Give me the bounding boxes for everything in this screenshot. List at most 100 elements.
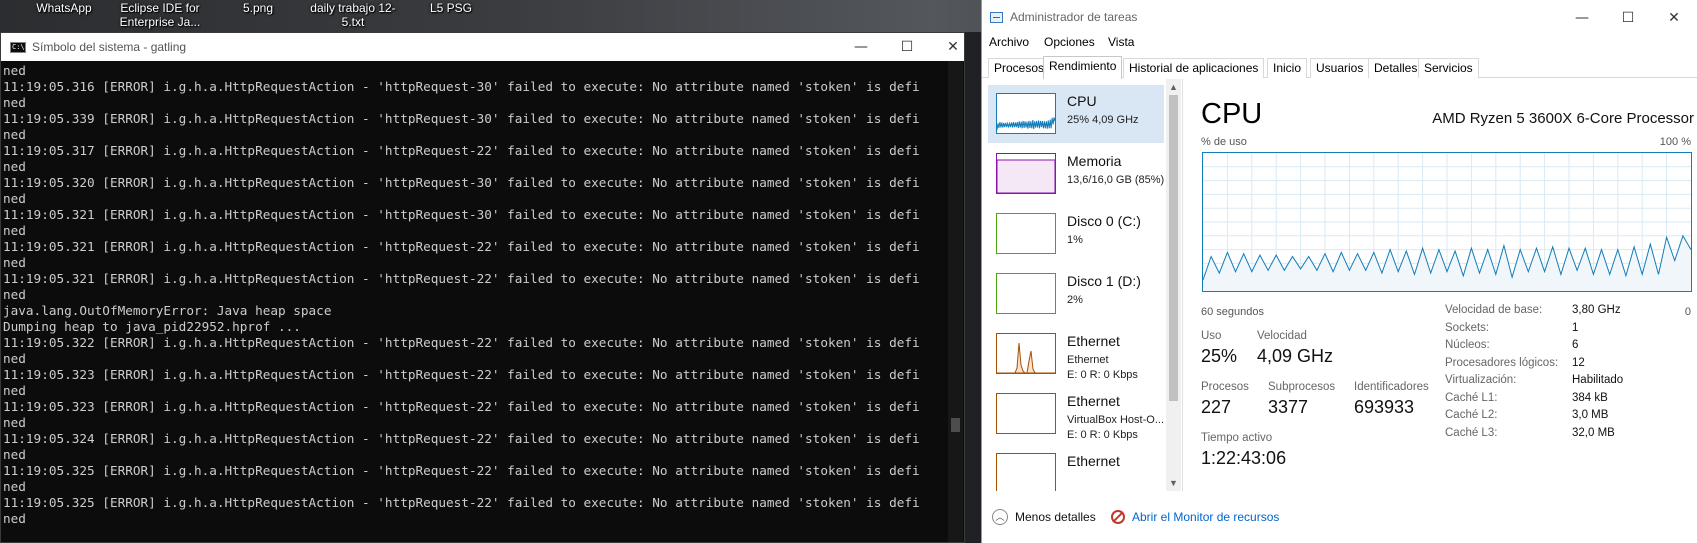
graph-y-label: % de uso xyxy=(1201,136,1247,148)
procesos-value: 227 xyxy=(1201,397,1232,417)
procesos-label: Procesos xyxy=(1201,381,1249,393)
perf-item-ethernet[interactable]: Ethernet VirtualBox Host-O... E: 0 R: 0 Kb… xyxy=(988,385,1164,443)
perf-item-ethernet[interactable]: Ethernet Ethernet E: 0 R: 0 Kbps xyxy=(988,325,1164,383)
cpu-detail-panel: CPU AMD Ryzen 5 3600X 6-Core Processor %… xyxy=(1201,82,1694,492)
resource-monitor-link[interactable]: Abrir el Monitor de recursos xyxy=(1132,510,1279,524)
perf-thumbnail xyxy=(996,153,1056,194)
perf-item-name: Ethernet xyxy=(1067,333,1120,349)
scroll-down-icon[interactable]: ▼ xyxy=(1168,477,1179,489)
spec-value: 12 xyxy=(1572,356,1585,369)
perf-item-disco-0-c[interactable]: Disco 0 (C:) 1% xyxy=(988,205,1164,263)
spec-key: Virtualización: xyxy=(1445,374,1517,386)
console-line: ned xyxy=(3,511,26,526)
less-details-button[interactable]: Menos detalles xyxy=(1015,510,1096,524)
tab-usuarios[interactable]: Usuarios xyxy=(1310,58,1370,78)
tm-maximize-button[interactable]: ☐ xyxy=(1605,4,1651,32)
spec-value: 32,0 MB xyxy=(1572,426,1615,439)
bottom-bar: ︿ Menos detalles Abrir el Monitor de rec… xyxy=(982,506,1697,534)
spec-value: 1 xyxy=(1572,321,1579,334)
task-manager-titlebar[interactable]: Administrador de tareas — ☐ ✕ xyxy=(982,0,1697,34)
chevron-up-icon[interactable]: ︿ xyxy=(992,509,1008,525)
console-line: 11:19:05.323 [ERROR] i.g.h.a.HttpRequest… xyxy=(3,367,920,382)
perf-sidebar-scroll-thumb[interactable] xyxy=(1169,95,1178,401)
tab-servicios[interactable]: Servicios xyxy=(1418,58,1479,78)
tab-inicio[interactable]: Inicio xyxy=(1267,58,1308,78)
console-maximize-button[interactable]: ☐ xyxy=(884,33,930,61)
console-minimize-button[interactable]: — xyxy=(838,33,884,61)
console-line: ned xyxy=(3,479,26,494)
console-output[interactable]: ned 11:19:05.316 [ERROR] i.g.h.a.HttpRequ… xyxy=(3,63,959,541)
perf-item-cpu[interactable]: CPU 25% 4,09 GHz xyxy=(988,85,1164,143)
console-line: ned xyxy=(3,191,26,206)
console-line: ned xyxy=(3,415,26,430)
console-close-button[interactable]: ✕ xyxy=(930,33,976,61)
perf-item-throughput: E: 0 R: 0 Kbps xyxy=(1067,369,1138,381)
perf-item-name: Disco 1 (D:) xyxy=(1067,273,1141,289)
identificadores-label: Identificadores xyxy=(1354,381,1429,393)
identificadores-value: 693933 xyxy=(1354,397,1415,417)
tab-procesos[interactable]: Procesos xyxy=(988,58,1051,78)
console-title: Símbolo del sistema - gatling xyxy=(32,40,187,54)
menu-vista[interactable]: Vista xyxy=(1108,35,1134,49)
menu-opciones[interactable]: Opciones xyxy=(1044,35,1095,49)
perf-thumbnail-graph xyxy=(997,117,1055,130)
perf-thumbnail xyxy=(996,393,1056,434)
tm-minimize-button[interactable]: — xyxy=(1559,4,1605,32)
perf-thumbnail xyxy=(996,453,1056,491)
console-line: ned xyxy=(3,223,26,238)
tab-detalles[interactable]: Detalles xyxy=(1368,58,1424,78)
desktop-icon-eclipse[interactable]: Eclipse IDE for Enterprise Ja... xyxy=(110,1,210,29)
menu-archivo[interactable]: Archivo xyxy=(989,35,1029,49)
perf-thumbnail-graph xyxy=(997,454,1055,491)
cpu-usage-chart xyxy=(1202,153,1692,291)
task-manager-app-icon xyxy=(990,12,1003,23)
tm-close-button[interactable]: ✕ xyxy=(1651,4,1697,32)
spec-key: Procesadores lógicos: xyxy=(1445,356,1559,369)
console-line: ned xyxy=(3,95,26,110)
perf-thumbnail xyxy=(996,213,1056,254)
graph-y-max: 100 % xyxy=(1659,136,1691,148)
desktop-icon-daily-trabajo[interactable]: daily trabajo 12-5.txt xyxy=(305,1,401,29)
ethernet-thumb-graph xyxy=(997,342,1055,373)
tab-historial[interactable]: Historial de aplicaciones xyxy=(1123,58,1265,78)
console-line: 11:19:05.321 [ERROR] i.g.h.a.HttpRequest… xyxy=(3,271,920,286)
console-app-icon: C:\ xyxy=(10,42,26,53)
perf-item-ethernet[interactable]: Ethernet xyxy=(988,445,1164,491)
console-line: 11:19:05.317 [ERROR] i.g.h.a.HttpRequest… xyxy=(3,143,920,158)
console-line: ned xyxy=(3,447,26,462)
perf-item-name: Ethernet xyxy=(1067,393,1120,409)
perf-item-disco-1-d[interactable]: Disco 1 (D:) 2% xyxy=(988,265,1164,323)
desktop-icon-whatsapp[interactable]: WhatsApp xyxy=(16,1,112,15)
perf-item-memoria[interactable]: Memoria 13,6/16,0 GB (85%) xyxy=(988,145,1164,203)
graph-time-zero: 0 xyxy=(1684,306,1691,318)
spec-key: Caché L3: xyxy=(1445,426,1498,439)
perf-thumbnail-graph xyxy=(997,214,1055,253)
console-line: 11:19:05.320 [ERROR] i.g.h.a.HttpRequest… xyxy=(3,175,920,190)
cpu-thumb-line xyxy=(997,117,1055,130)
scroll-up-icon[interactable]: ▲ xyxy=(1168,81,1179,93)
perf-item-detail: 13,6/16,0 GB (85%) xyxy=(1067,174,1165,186)
perf-thumbnail xyxy=(996,93,1056,134)
console-scroll-thumb[interactable] xyxy=(951,418,960,432)
cpu-model: AMD Ryzen 5 3600X 6-Core Processor xyxy=(1432,110,1694,127)
console-scrollbar[interactable] xyxy=(948,61,963,542)
desktop-icon-5png[interactable]: 5.png xyxy=(210,1,306,15)
console-line: 11:19:05.324 [ERROR] i.g.h.a.HttpRequest… xyxy=(3,431,920,446)
console-line: ned xyxy=(3,127,26,142)
console-line: ned xyxy=(3,255,26,270)
cpu-usage-graph xyxy=(1202,152,1692,292)
tab-rendimiento[interactable]: Rendimiento xyxy=(1043,56,1123,79)
perf-item-detail: Ethernet xyxy=(1067,354,1109,366)
perf-sidebar-scrollbar[interactable]: ▲ ▼ xyxy=(1166,79,1181,491)
perf-item-name: CPU xyxy=(1067,93,1097,109)
console-line: 11:19:05.325 [ERROR] i.g.h.a.HttpRequest… xyxy=(3,495,920,510)
perf-thumbnail-graph xyxy=(997,274,1055,313)
spec-key: Velocidad de base: xyxy=(1445,304,1543,316)
console-titlebar[interactable]: C:\ Símbolo del sistema - gatling — ☐ ✕ xyxy=(1,33,964,61)
resource-monitor-icon[interactable] xyxy=(1111,510,1125,524)
perf-thumbnail-graph xyxy=(997,394,1055,433)
spec-key: Sockets: xyxy=(1445,321,1490,334)
velocidad-value: 4,09 GHz xyxy=(1257,346,1334,366)
console-line: ned xyxy=(3,287,26,302)
desktop-icon-l5-psg[interactable]: L5 PSG xyxy=(403,1,499,15)
